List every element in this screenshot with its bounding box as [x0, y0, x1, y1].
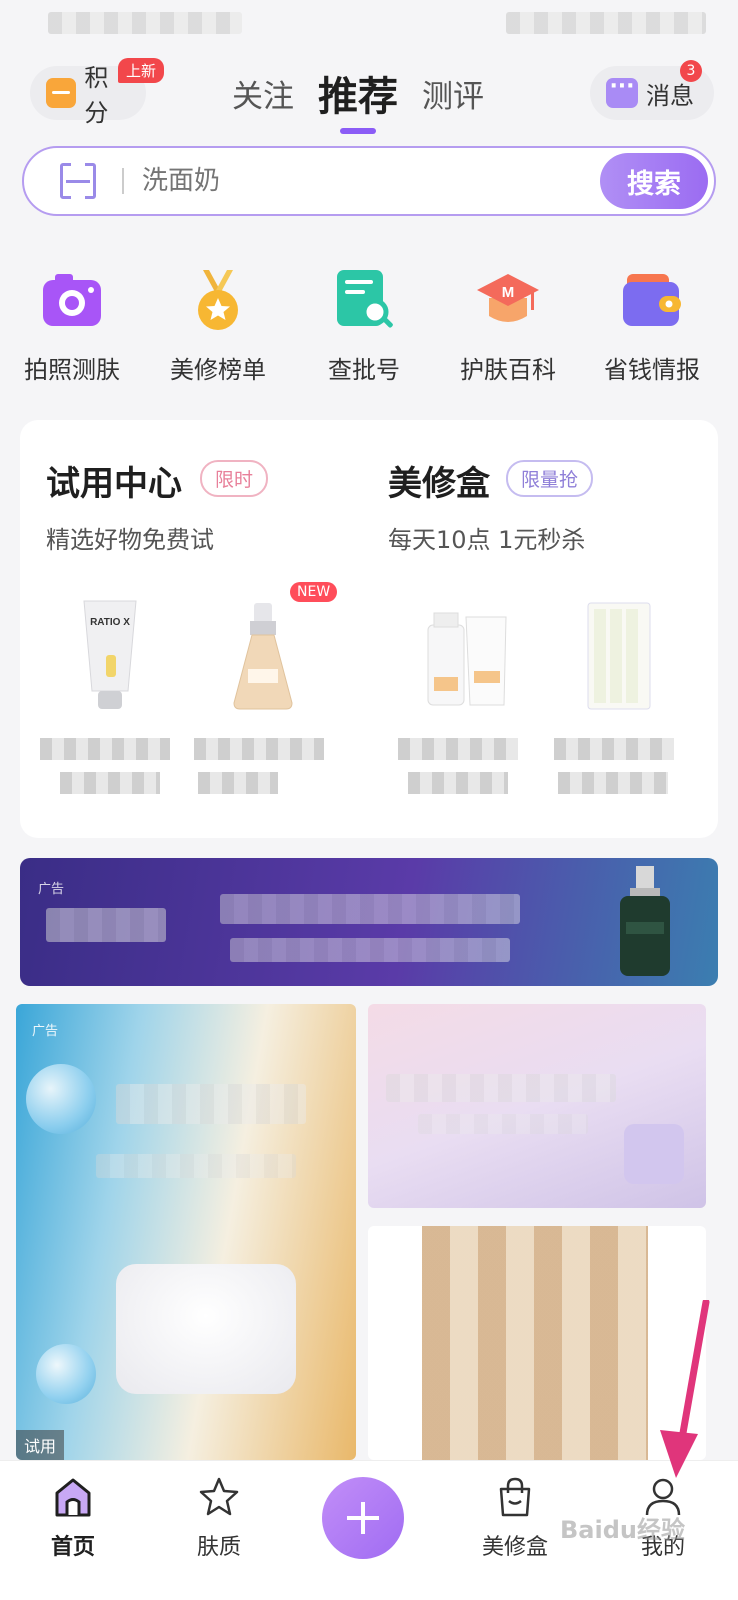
points-icon [46, 78, 77, 108]
document-search-icon [331, 268, 397, 334]
trial-product-1[interactable]: RATIO X [40, 595, 180, 725]
quick-label-batch-lookup: 查批号 [328, 356, 400, 384]
ad-subline-blurred [230, 938, 510, 962]
trial-center-title[interactable]: 试用中心 [46, 456, 182, 505]
star-outline-icon [197, 1475, 241, 1519]
box-product-2[interactable] [558, 595, 698, 725]
product-price-blurred [408, 772, 508, 794]
bubble-decoration [36, 1344, 96, 1404]
product-price-blurred [60, 772, 160, 794]
medal-icon [185, 268, 251, 334]
ad-headline-blurred [220, 894, 520, 924]
nav-beauty-box[interactable]: 美修盒 [460, 1475, 570, 1561]
product-name-blurred [194, 738, 324, 760]
messages-count-badge: 3 [680, 60, 702, 82]
tube-product-image: RATIO X [83, 600, 137, 709]
new-badge: NEW [290, 582, 338, 602]
quick-label-skin-test: 拍照测肤 [24, 356, 120, 384]
ad-logo-blurred [46, 908, 166, 942]
shopping-bag-icon [493, 1475, 537, 1519]
feed-tabs: 关注 推荐 测评 [220, 58, 496, 134]
cosmetic-bottle-image [624, 1124, 684, 1184]
quick-item-ranking[interactable]: 美修榜单 [148, 268, 288, 385]
quick-label-skincare-wiki: 护肤百科 [460, 356, 556, 384]
chat-bubble-icon [606, 74, 638, 108]
trial-label: 试用 [16, 1430, 65, 1460]
trial-center-subtitle: 精选好物免费试 [46, 526, 214, 554]
product-price-blurred [558, 772, 668, 794]
ad-label: 广告 [38, 882, 65, 897]
nav-home-label: 首页 [50, 1535, 95, 1560]
ad-product-bottle-image [620, 866, 670, 976]
product-name-blurred [398, 738, 518, 760]
tab-follow[interactable]: 关注 [232, 71, 294, 116]
beauty-box-subtitle: 每天10点 1元秒杀 [388, 526, 586, 554]
quick-item-skincare-wiki[interactable]: M 护肤百科 [438, 268, 578, 385]
foundation-products-image-blurred [422, 1226, 648, 1460]
watermark: Baidu经验 [560, 1516, 685, 1544]
status-left-blurred [48, 12, 242, 34]
scan-icon[interactable] [60, 163, 96, 199]
quick-item-batch-lookup[interactable]: 查批号 [294, 268, 434, 385]
quick-item-savings[interactable]: 省钱情报 [582, 268, 722, 385]
box-product-1[interactable] [400, 595, 540, 725]
cream-jar-image [116, 1264, 296, 1394]
top-header: 积分 上新 关注 推荐 测评 消息 3 [0, 58, 738, 134]
feed-headline-blurred [116, 1084, 306, 1124]
quick-label-ranking: 美修榜单 [170, 356, 266, 384]
status-bar [0, 0, 738, 48]
product-name-blurred [40, 738, 170, 760]
feed-subline-blurred [418, 1114, 588, 1134]
post-plus-button[interactable] [322, 1477, 404, 1559]
feed-ad-label: 广告 [32, 1024, 59, 1039]
trial-center-tag: 限时 [200, 460, 269, 497]
points-new-badge: 上新 [118, 58, 165, 83]
beauty-box-tag: 限量抢 [506, 460, 594, 497]
svg-text:M: M [502, 284, 515, 301]
wallet-icon [619, 268, 685, 334]
promo-card: 试用中心 限时 精选好物免费试 美修盒 限量抢 每天10点 1元秒杀 RATIO… [20, 420, 718, 838]
feed-card-left[interactable]: 广告 试用 [16, 1004, 356, 1460]
search-divider [122, 168, 124, 194]
feed-headline-blurred [386, 1074, 616, 1102]
quick-item-skin-test[interactable]: 拍照测肤 [2, 268, 142, 385]
nav-beauty-box-label: 美修盒 [481, 1535, 548, 1560]
serum-bottle-image [233, 603, 293, 710]
search-input[interactable] [142, 166, 600, 196]
nav-home[interactable]: 首页 [18, 1475, 128, 1561]
beauty-box-title[interactable]: 美修盒 [388, 456, 490, 505]
quick-label-savings: 省钱情报 [604, 356, 700, 384]
quick-entries: 拍照测肤 美修榜单 查批号 M 护肤百科 省钱情报 [0, 268, 738, 388]
toner-set-image [427, 612, 507, 706]
graduation-cap-icon: M [475, 268, 541, 334]
home-icon [51, 1475, 95, 1519]
annotation-arrow-icon [660, 1300, 710, 1478]
feed-subline-blurred [96, 1154, 296, 1178]
feed-card-right-top[interactable] [368, 1004, 706, 1208]
product-price-blurred [198, 772, 278, 794]
nav-skin-label: 肤质 [196, 1535, 241, 1560]
status-right-blurred [506, 12, 706, 34]
nav-skin[interactable]: 肤质 [164, 1475, 274, 1561]
plus-icon [347, 1502, 379, 1534]
product-name-blurred [554, 738, 674, 760]
camera-icon [39, 268, 105, 334]
sachet-pack-image [587, 602, 651, 710]
trial-product-2[interactable] [192, 595, 332, 725]
tab-review[interactable]: 测评 [422, 71, 484, 116]
bubble-decoration [26, 1064, 96, 1134]
svg-text:RATIO X: RATIO X [90, 617, 130, 628]
ad-banner[interactable]: 广告 [20, 858, 718, 986]
search-bar: 搜索 [22, 146, 716, 216]
search-button[interactable]: 搜索 [600, 153, 708, 209]
tab-recommend[interactable]: 推荐 [318, 64, 398, 134]
